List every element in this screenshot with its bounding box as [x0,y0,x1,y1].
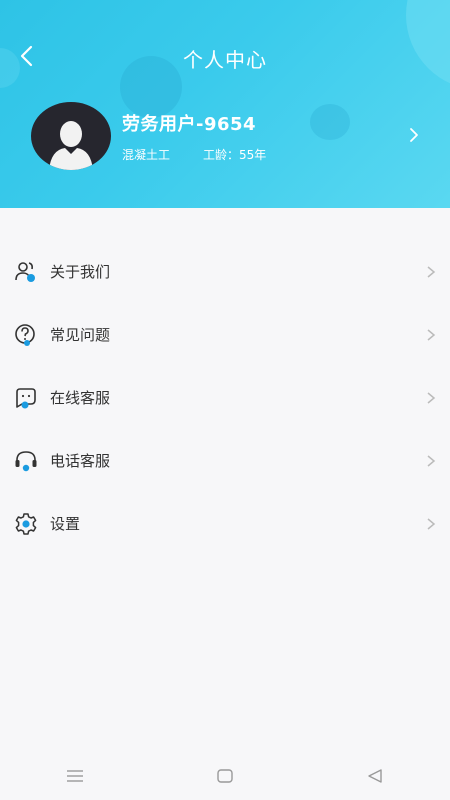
chevron-right-icon [427,391,436,404]
headset-icon [15,450,37,471]
job-type: 混凝土工 [122,148,171,162]
menu-item-phone-service[interactable]: 电话客服 [0,429,450,492]
menu-label: 设置 [50,515,81,533]
avatar[interactable] [31,102,111,170]
menu-label: 关于我们 [50,263,111,281]
chevron-right-icon [427,517,436,530]
gear-icon [15,512,37,535]
chevron-right-icon [427,328,436,341]
menu-item-settings[interactable]: 设置 [0,492,450,555]
users-icon [15,261,35,282]
chevron-right-icon [427,265,436,278]
profile-detail-button[interactable] [408,126,424,146]
chevron-right-icon [410,128,418,142]
chevron-right-icon [427,454,436,467]
work-years: 工龄：55年 [203,148,267,162]
menu-item-online-service[interactable]: 在线客服 [0,366,450,429]
nav-menu-button[interactable] [15,752,135,800]
system-navigation-bar [0,752,450,800]
decorative-bubble [310,104,350,140]
menu-label: 在线客服 [50,389,111,407]
menu-item-about[interactable]: 关于我们 [0,240,450,303]
page-title: 个人中心 [183,48,267,72]
nav-home-button[interactable] [165,752,285,800]
home-square-icon [217,769,233,783]
menu-item-faq[interactable]: 常见问题 [0,303,450,366]
chat-face-icon [16,387,36,408]
nav-back-button[interactable] [315,752,435,800]
menu-list: 关于我们 常见问题 在线客服 电话客服 设置 [0,240,450,555]
username: 劳务用户-9654 [122,114,257,135]
profile-header: 个人中心 劳务用户-9654 混凝土工 工龄：55年 [0,0,450,208]
menu-label: 常见问题 [50,326,111,344]
question-icon [15,323,35,346]
menu-label: 电话客服 [50,452,111,470]
user-avatar-icon [49,121,93,170]
back-triangle-icon [368,769,382,783]
menu-lines-icon [67,770,83,782]
